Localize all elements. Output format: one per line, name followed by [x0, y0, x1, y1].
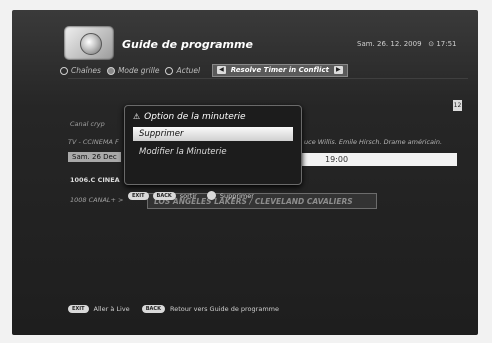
popup-key-legend: EXIT BACK sortir Supprimer — [128, 191, 254, 200]
selected-date[interactable]: Sam. 26 Dec — [68, 152, 121, 162]
divider — [68, 78, 468, 79]
camera-lens-icon — [80, 33, 102, 55]
back-key-icon[interactable]: BACK — [141, 305, 165, 313]
list-item[interactable]: 1006.C CINEA — [70, 176, 120, 184]
tv-screen: Guide de programme Sam. 26. 12. 2009 ⊙ 1… — [12, 10, 478, 335]
clock-icon: ⊙ — [428, 40, 435, 48]
guide-logo-icon — [64, 26, 114, 60]
list-item[interactable]: 1008 CANAL+ > — [70, 196, 123, 204]
list-item: TV - CCINEMA F — [68, 138, 119, 146]
left-arrow-icon: ◀ — [217, 66, 226, 74]
radio-checked-icon — [106, 66, 115, 75]
right-arrow-icon: ▶ — [333, 66, 343, 74]
mode-chaines[interactable]: Chaînes — [60, 66, 101, 75]
exit-key-icon[interactable]: EXIT — [128, 191, 149, 200]
back-label: Retour vers Guide de programme — [169, 305, 279, 313]
footer-legend: EXIT Aller à Live BACK Retour vers Guide… — [68, 305, 279, 313]
time-text: 17:51 — [436, 40, 457, 48]
page-title: Guide de programme — [122, 38, 253, 51]
view-mode-selector: Chaînes Mode grille Actuel ◀ Resolve Tim… — [60, 63, 348, 77]
radio-icon — [60, 66, 68, 75]
back-key-icon[interactable]: BACK — [152, 191, 176, 200]
timer-options-popup: ⚠ Option de la minuterie Supprimer Modifi… — [124, 105, 302, 185]
sortir-label: sortir — [179, 191, 197, 200]
date-text: Sam. 26. 12. 2009 — [357, 40, 422, 48]
supprimer-label: Supprimer — [219, 191, 254, 200]
warning-icon: ⚠ — [133, 112, 141, 121]
list-item: Canal cryp — [70, 120, 105, 128]
radio-icon — [165, 66, 174, 75]
time-slot: 19:00 — [297, 153, 457, 166]
program-description: uce Willis. Emile Hirsch. Drame américai… — [304, 138, 443, 146]
ok-key-icon[interactable] — [206, 191, 216, 200]
mode-grille[interactable]: Mode grille — [106, 66, 159, 75]
option-supprimer[interactable]: Supprimer — [133, 127, 293, 141]
mode-actuel[interactable]: Actuel — [165, 66, 200, 75]
date-time: Sam. 26. 12. 2009 ⊙ 17:51 — [357, 40, 457, 48]
exit-key-icon[interactable]: EXIT — [68, 305, 89, 313]
popup-title: ⚠ Option de la minuterie — [133, 112, 246, 122]
channel-count-badge: 12 — [453, 100, 462, 111]
resolve-conflict-button[interactable]: ◀ Resolve Timer in Conflict ▶ — [212, 63, 348, 77]
option-modifier[interactable]: Modifier la Minuterie — [139, 147, 227, 157]
exit-label: Aller à Live — [93, 305, 130, 313]
